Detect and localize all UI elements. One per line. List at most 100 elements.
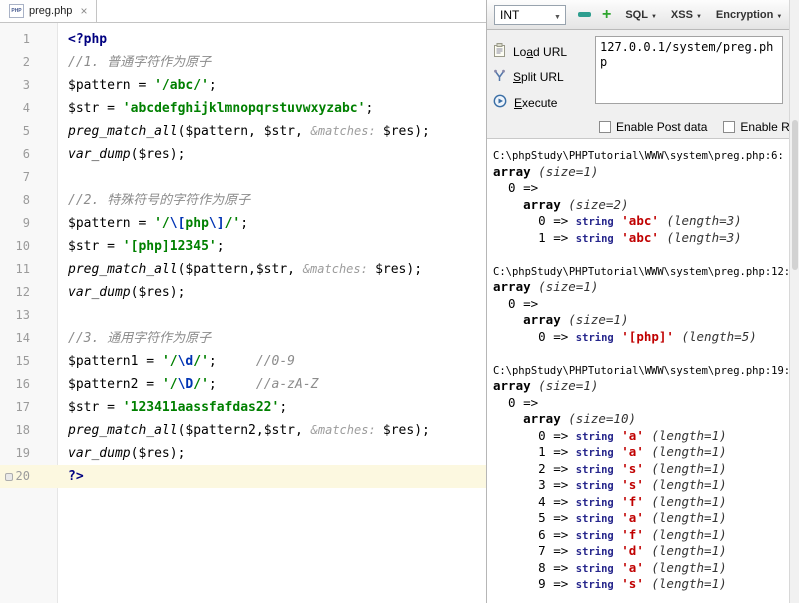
output-line: array (size=1) [523,312,629,327]
split-url-button[interactable]: Split URL [493,69,589,85]
line-number: 3 [22,78,30,92]
output-line: 6 => string 'f' (length=1) [493,526,727,542]
editor-tab-bar: PHP preg.php × [0,0,486,23]
hackbar-buttons: Load URL Split URL Execute [493,36,589,111]
editor-pane: PHP preg.php × 1 <?php 2//1. 普通字符作为原子 3 $pat… [0,0,487,603]
code-editor[interactable]: 1 <?php 2//1. 普通字符作为原子 3 $pattern = '/abc/';… [0,23,486,603]
output-line: 0 => [493,180,546,195]
output-line: 0 => string 'a' (length=1) [493,427,727,443]
enable-referrer-option[interactable]: Enable R [723,120,789,134]
payload-select-value: INT [500,7,520,22]
enable-post-data-label: Enable Post data [616,119,708,134]
line-number: 18 [15,423,30,437]
tab-preg-php[interactable]: PHP preg.php × [0,0,98,22]
hackbar-toolbar: INT SQL XSS Encryption Enco [487,0,789,30]
output-line: array (size=1) [493,279,599,294]
code-line: 19 var_dump($res); [0,442,486,465]
line-number: 17 [15,400,30,414]
line-number: 15 [15,354,30,368]
output-line: 7 => string 'd' (length=1) [493,543,727,558]
menu-encryption[interactable]: Encryption [716,9,782,21]
line-number: 7 [22,170,30,184]
output-line: C:\phpStudy\PHPTutorial\WWW\system\preg.… [493,364,789,377]
add-payload-icon[interactable] [602,7,611,23]
enable-referrer-label: Enable R [740,119,789,134]
execute-button[interactable]: Execute [493,94,589,111]
request-section: Load URL Split URL Execute 127.0.0.1/sys… [487,30,789,115]
output-line: 3 => string 's' (length=1) [493,477,727,492]
load-url-button[interactable]: Load URL [493,43,589,60]
line-number: 1 [22,32,30,46]
output-line: 1 => string 'a' (length=1) [493,444,727,459]
code-line: 17 $str = '123411aassfafdas22'; [0,396,486,419]
line-number: 11 [15,262,30,276]
output-line: 0 => [493,394,546,410]
enable-post-data-option[interactable]: Enable Post data [599,120,707,134]
output-line: 0 => string 'abc' (length=3) [493,213,742,228]
code-line: 20 ?> [0,465,486,488]
payload-select[interactable]: INT [494,4,566,25]
line-number: 13 [15,308,30,322]
line-number: 4 [22,101,30,115]
line-number: 16 [15,377,30,391]
php-file-icon: PHP [9,4,24,18]
output-line: array (size=1) [493,163,599,179]
split-url-label: Split URL [513,70,564,84]
code-line: 5 preg_match_all($pattern, $str, &matches… [0,120,486,143]
code-line: 15 $pattern1 = '/\d/'; //0-9 [0,350,486,373]
execute-icon [493,94,507,111]
output-line: C:\phpStudy\PHPTutorial\WWW\system\preg.… [493,150,784,162]
close-tab-icon[interactable]: × [80,5,87,17]
code-line: 7​ [0,166,486,189]
line-number: 10 [15,239,30,253]
scrollbar[interactable] [789,0,799,603]
gutter-icon [5,473,13,481]
chevron-down-icon [648,9,657,21]
output-area[interactable]: C:\phpStudy\PHPTutorial\WWW\system\preg.… [487,139,789,603]
chevron-down-icon[interactable] [550,8,565,22]
load-url-icon [493,43,506,60]
tab-label: preg.php [29,5,73,17]
output-line: 0 => string '[php]' (length=5) [493,328,757,344]
output-line: C:\phpStudy\PHPTutorial\WWW\system\preg.… [493,265,789,278]
split-url-icon [493,69,506,85]
menu-sql[interactable]: SQL [625,9,657,21]
line-number: 5 [22,124,30,138]
code-line: 14//3. 通用字符作为原子 [0,327,486,350]
code-line: 11 preg_match_all($pattern,$str, &matches… [0,258,486,281]
line-number: 8 [22,193,30,207]
menu-xss[interactable]: XSS [671,9,702,21]
line-number: 6 [22,147,30,161]
code-line: 4 $str = 'abcdefghijklmnopqrstuvwxyzabc'; [0,97,486,120]
output-line: ​ [493,246,789,263]
output-line: 2 => string 's' (length=1) [493,460,727,476]
code-line: 12 var_dump($res); [0,281,486,304]
output-line: 1 => string 'abc' (length=3) [493,229,742,245]
execute-label: Execute [514,95,558,110]
options-row: Enable Post data Enable R [487,115,789,139]
code-line: 10 $str = '[php]12345'; [0,235,486,258]
scrollbar-thumb[interactable] [791,120,798,270]
code-line: 16 $pattern2 = '/\D/'; //a-zA-Z [0,373,486,396]
enable-post-data-checkbox[interactable] [599,120,611,133]
app-window: PHP preg.php × 1 <?php 2//1. 普通字符作为原子 3 $pat… [0,0,799,603]
enable-referrer-checkbox[interactable] [723,120,736,133]
url-input[interactable]: 127.0.0.1/system/preg.php [595,36,783,104]
output-line: 5 => string 'a' (length=1) [493,510,727,525]
line-number: 9 [22,216,30,230]
chevron-down-icon [693,9,702,21]
code-line: 13​ [0,304,486,327]
output-line: 8 => string 'a' (length=1) [493,559,727,575]
code-line: 3 $pattern = '/abc/'; [0,74,486,97]
output-line: ​ [493,345,789,362]
line-number: 14 [15,331,30,345]
output-line: 0 => [493,295,546,311]
remove-payload-icon[interactable] [578,12,591,17]
output-line: array (size=10) [523,411,637,426]
code-line: 1 <?php [0,28,486,51]
line-number: 19 [15,446,30,460]
code-line: 2//1. 普通字符作为原子 [0,51,486,74]
line-number: 12 [15,285,30,299]
line-number: 2 [22,55,30,69]
output-line: array (size=2) [523,196,629,212]
